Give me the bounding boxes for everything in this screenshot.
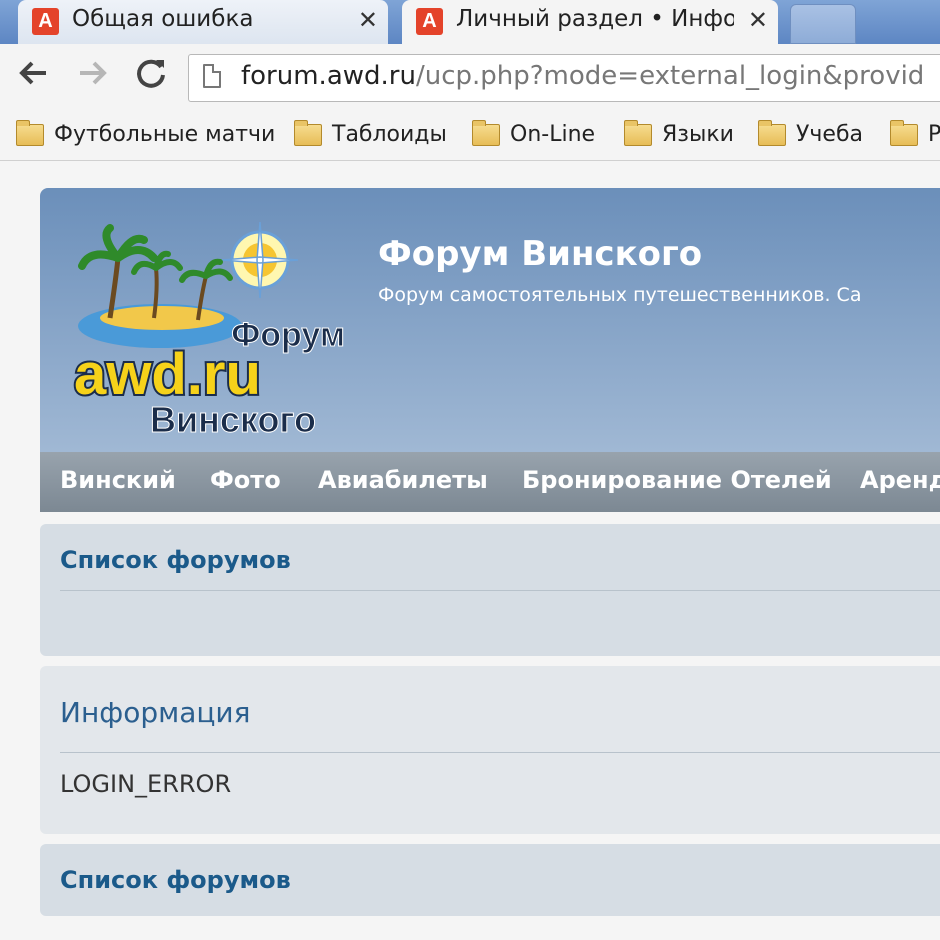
folder-icon	[294, 120, 322, 146]
folder-icon	[624, 120, 652, 146]
tab-personal-section[interactable]: A Личный раздел • Инфор ✕	[402, 0, 778, 46]
bookmark-label: Футбольные матчи	[54, 122, 276, 147]
browser-toolbar: forum.awd.ru/ucp.php?mode=external_login…	[0, 44, 940, 110]
bookmark-label: On-Line	[510, 122, 596, 147]
site-title[interactable]: Форум Винского	[378, 234, 702, 274]
bookmark-label: Учеба	[796, 122, 863, 147]
tab-title: Общая ошибка	[72, 6, 254, 32]
nav-item-flights[interactable]: Авиабилеты	[318, 466, 488, 494]
nav-item-rental[interactable]: Аренд	[860, 466, 940, 494]
folder-icon	[16, 120, 44, 146]
divider	[60, 752, 940, 753]
divider	[60, 590, 940, 591]
main-navbar: Винский Фото Авиабилеты Бронирование Оте…	[40, 452, 940, 512]
tab-general-error[interactable]: A Общая ошибка ✕	[18, 0, 388, 44]
bookmark-label: Языки	[662, 122, 734, 147]
bookmarks-bar: Футбольные матчи Таблоиды On-Line Языки …	[0, 110, 940, 161]
close-icon[interactable]: ✕	[748, 6, 768, 34]
url-host: forum.awd.ru	[241, 61, 416, 91]
forum-list-link[interactable]: Список форумов	[60, 546, 291, 574]
site-favicon-icon: A	[416, 8, 443, 35]
url-path: /ucp.php?mode=external_login&provid	[415, 61, 925, 91]
address-bar[interactable]: forum.awd.ru/ucp.php?mode=external_login…	[188, 54, 940, 102]
site-logo[interactable]: Форум awd.ru Винского	[70, 218, 360, 441]
tab-title: Личный раздел • Инфор	[456, 6, 734, 32]
logo-text-bottom: Винского	[150, 399, 316, 438]
page-content: Форум awd.ru Винского Форум Винского Фор…	[0, 161, 940, 940]
close-icon[interactable]: ✕	[358, 6, 378, 34]
page-icon	[203, 64, 221, 88]
url-text: forum.awd.ru/ucp.php?mode=external_login…	[241, 61, 924, 91]
nav-item-hotels[interactable]: Бронирование Отелей	[522, 466, 832, 494]
info-heading: Информация	[60, 696, 251, 729]
site-header: Форум awd.ru Винского Форум Винского Фор…	[40, 188, 940, 452]
logo-graphic: Форум awd.ru Винского	[72, 221, 346, 441]
nav-item-photo[interactable]: Фото	[210, 466, 281, 494]
site-description: Форум самостоятельных путешественников. …	[378, 284, 862, 306]
forum-list-panel-bottom: Список форумов	[40, 844, 940, 916]
bookmark-label: Р	[928, 122, 940, 147]
new-tab-button[interactable]	[790, 4, 856, 44]
forward-arrow-icon[interactable]	[76, 56, 110, 99]
back-arrow-icon[interactable]	[16, 56, 50, 99]
tab-strip: A Общая ошибка ✕ A Личный раздел • Инфор…	[0, 0, 940, 46]
folder-icon	[472, 120, 500, 146]
reload-icon[interactable]	[134, 56, 168, 99]
nav-item-vinsky[interactable]: Винский	[60, 466, 176, 494]
error-message: LOGIN_ERROR	[60, 770, 232, 798]
forum-list-panel-top: Список форумов	[40, 524, 940, 656]
info-panel: Информация LOGIN_ERROR	[40, 666, 940, 834]
forum-list-link[interactable]: Список форумов	[60, 866, 291, 894]
logo-text-middle: awd.ru	[74, 342, 261, 407]
site-favicon-icon: A	[32, 8, 59, 35]
bookmark-label: Таблоиды	[332, 122, 447, 147]
folder-icon	[890, 120, 918, 146]
folder-icon	[758, 120, 786, 146]
